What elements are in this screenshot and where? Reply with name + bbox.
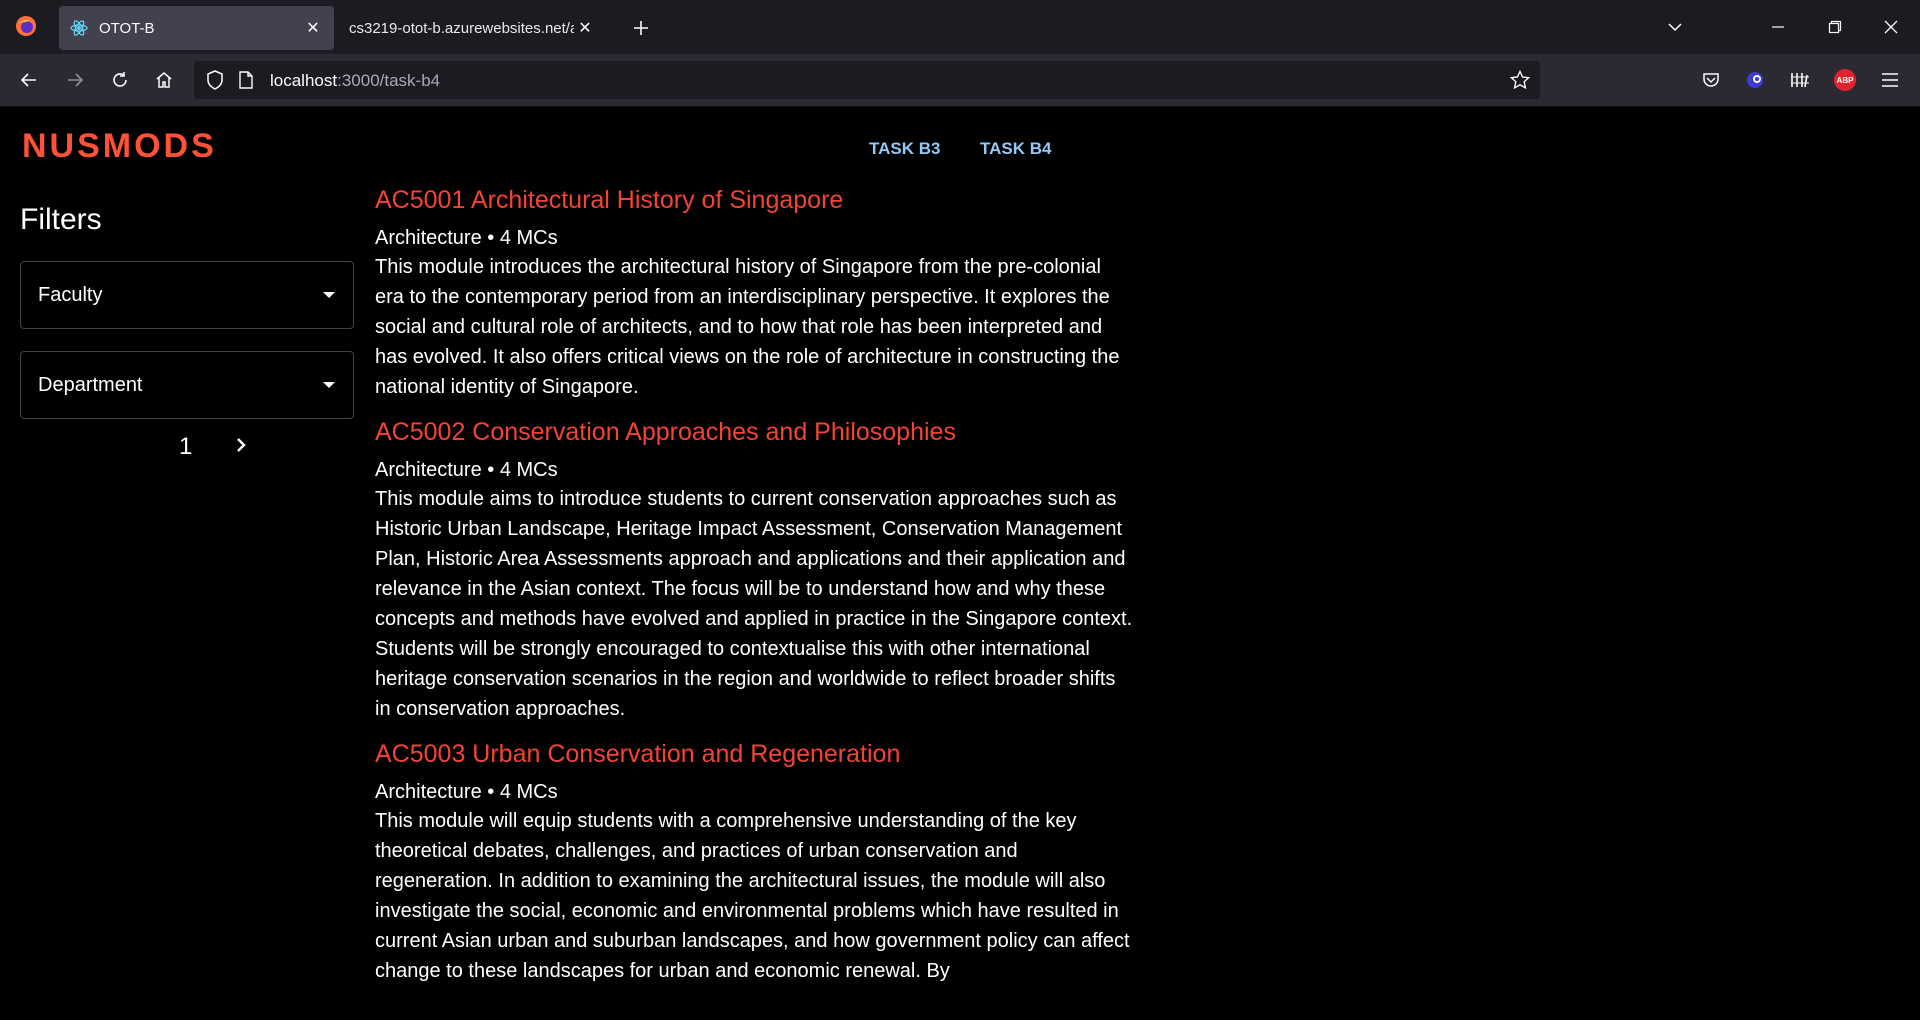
module-title[interactable]: AC5003 Urban Conservation and Regenerati… <box>375 738 1135 770</box>
adblock-plus-icon[interactable]: ABP <box>1830 65 1860 95</box>
module-title[interactable]: AC5001 Architectural History of Singapor… <box>375 184 1135 216</box>
restore-icon[interactable] <box>1820 12 1850 42</box>
tab-title: OTOT-B <box>99 19 155 37</box>
department-select-label: Department <box>38 374 143 396</box>
current-page-number[interactable]: 1 <box>179 433 192 461</box>
module-item: AC5001 Architectural History of Singapor… <box>375 184 1135 402</box>
firefox-icon[interactable] <box>14 14 38 38</box>
module-description: This module introduces the architectural… <box>375 256 1120 398</box>
menu-hamburger-icon[interactable] <box>1875 65 1905 95</box>
minimize-icon[interactable] <box>1763 12 1793 42</box>
shield-icon[interactable] <box>206 70 224 95</box>
module-meta: Architecture • 4 MCs <box>375 227 558 249</box>
back-arrow-icon[interactable] <box>14 65 44 95</box>
tab-azure[interactable]: cs3219-otot-b.azurewebsites.net/ap ✕ <box>341 6 606 50</box>
react-icon <box>69 18 89 38</box>
new-tab-plus-icon[interactable] <box>627 14 655 42</box>
home-icon[interactable] <box>149 65 179 95</box>
module-meta: Architecture • 4 MCs <box>375 781 558 803</box>
module-item: AC5003 Urban Conservation and Regenerati… <box>375 738 1135 986</box>
close-tab-icon[interactable]: ✕ <box>574 17 596 39</box>
module-title[interactable]: AC5002 Conservation Approaches and Philo… <box>375 416 1135 448</box>
close-window-icon[interactable] <box>1876 12 1906 42</box>
dropdown-arrow-icon <box>323 382 335 388</box>
filters-heading: Filters <box>20 203 102 236</box>
navigation-toolbar: localhost:3000/task-b4 ABP <box>0 54 1920 107</box>
library-icon[interactable] <box>1785 65 1815 95</box>
next-page-chevron-icon[interactable] <box>229 431 253 459</box>
faculty-select[interactable]: Faculty <box>20 261 354 329</box>
faculty-select-label: Faculty <box>38 284 103 306</box>
tab-otot-b[interactable]: OTOT-B ✕ <box>59 6 334 50</box>
list-tabs-chevron-icon[interactable] <box>1660 12 1690 42</box>
module-list: AC5001 Architectural History of Singapor… <box>375 184 1135 1000</box>
close-tab-icon[interactable]: ✕ <box>302 17 324 39</box>
module-item: AC5002 Conservation Approaches and Philo… <box>375 416 1135 724</box>
nav-task-b3[interactable]: TASK B3 <box>869 139 940 159</box>
dropdown-arrow-icon <box>323 292 335 298</box>
page-content: NUSMODS TASK B3 TASK B4 Filters Faculty … <box>0 107 1920 1020</box>
module-description: This module will equip students with a c… <box>375 810 1130 982</box>
bookmark-star-icon[interactable] <box>1509 69 1531 95</box>
extension-icon[interactable] <box>1740 65 1770 95</box>
nav-task-b4[interactable]: TASK B4 <box>980 139 1051 159</box>
address-bar[interactable]: localhost:3000/task-b4 <box>194 61 1540 99</box>
page-info-icon[interactable] <box>238 71 254 94</box>
tab-bar: OTOT-B ✕ cs3219-otot-b.azurewebsites.net… <box>0 0 1920 54</box>
module-description: This module aims to introduce students t… <box>375 488 1133 720</box>
tab-title: cs3219-otot-b.azurewebsites.net/ap <box>349 19 574 37</box>
url-text[interactable]: localhost:3000/task-b4 <box>270 71 440 91</box>
department-select[interactable]: Department <box>20 351 354 419</box>
pocket-icon[interactable] <box>1696 65 1726 95</box>
module-meta: Architecture • 4 MCs <box>375 459 558 481</box>
nusmods-logo[interactable]: NUSMODS <box>22 127 217 166</box>
forward-arrow-icon[interactable] <box>60 65 90 95</box>
reload-icon[interactable] <box>105 65 135 95</box>
